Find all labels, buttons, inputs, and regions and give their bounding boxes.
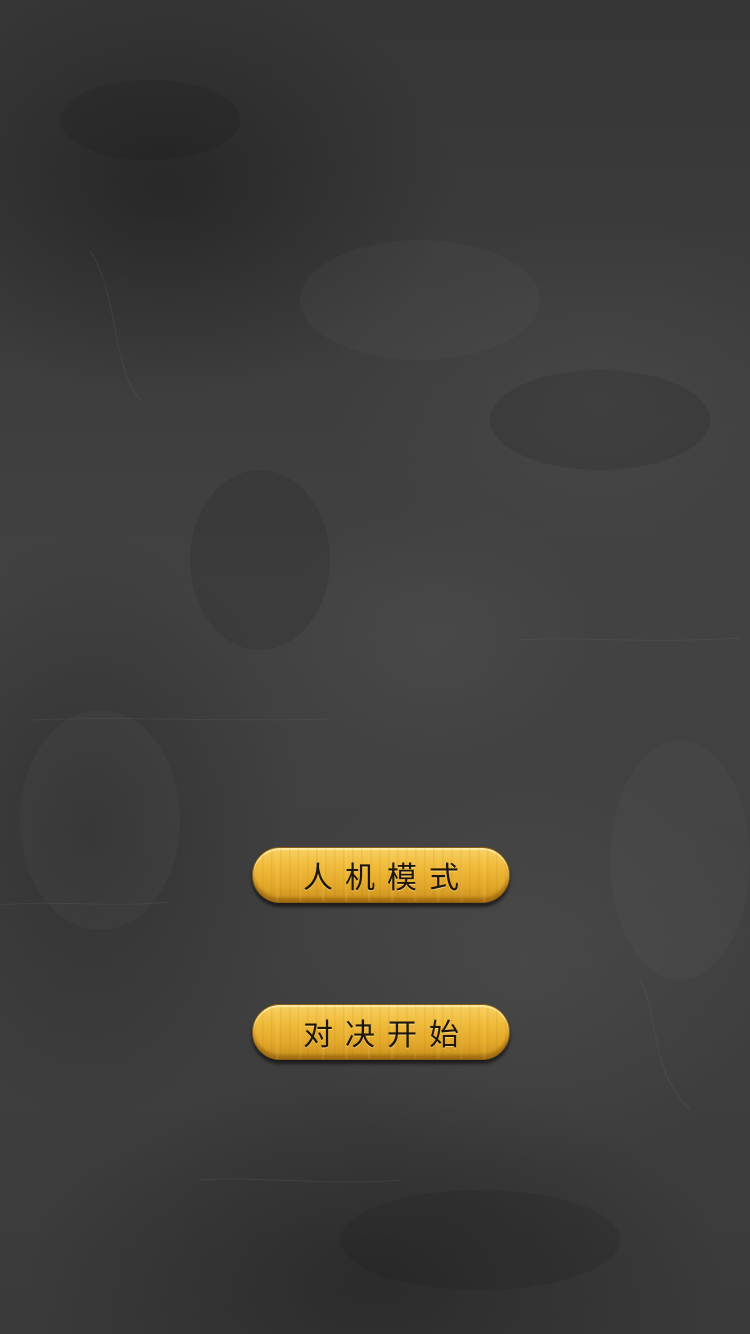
duel-start-button[interactable]: 对决开始 xyxy=(252,1004,510,1060)
chalkboard-texture xyxy=(0,80,750,1290)
game-start-screen: 人机模式 对决开始 xyxy=(0,0,750,1334)
vs-computer-mode-label: 人机模式 xyxy=(303,861,471,896)
vs-computer-mode-button[interactable]: 人机模式 xyxy=(252,847,510,903)
duel-start-label: 对决开始 xyxy=(303,1018,471,1053)
